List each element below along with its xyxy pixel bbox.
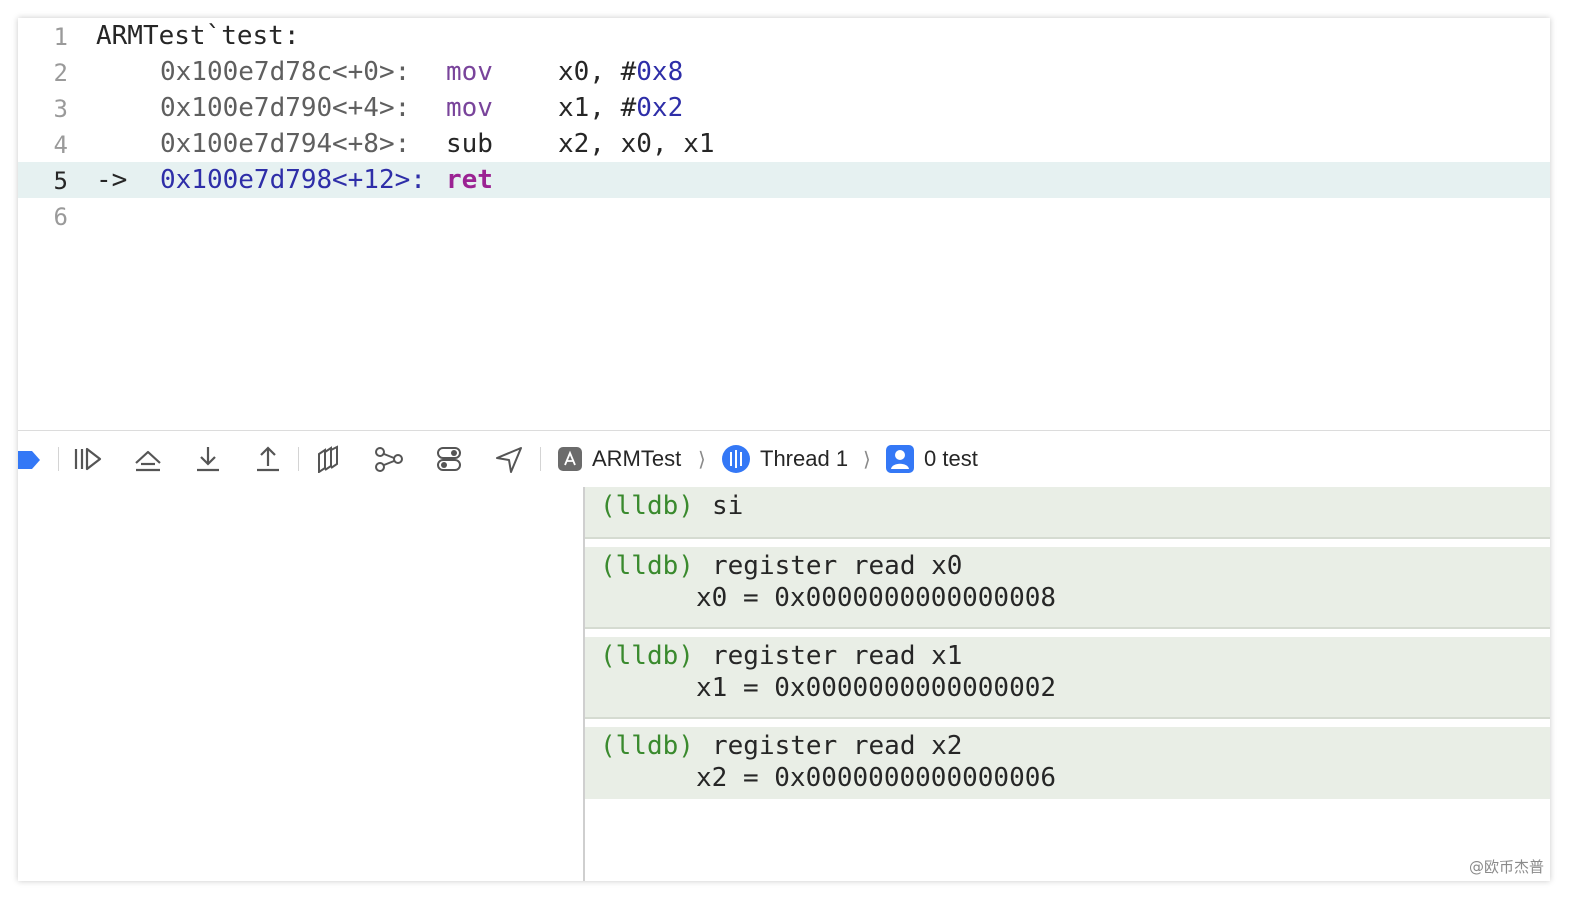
console-command: register read x2 [712, 731, 963, 761]
instruction-operands: x0, # [558, 57, 637, 87]
breadcrumb-thread-label: Thread 1 [760, 446, 849, 471]
line-number: 5 [53, 167, 68, 195]
console-entry: (lldb) si [585, 487, 1550, 539]
toggles-icon [437, 447, 461, 471]
view-debugger-button[interactable] [314, 445, 344, 474]
line-number: 1 [53, 23, 68, 51]
current-instruction-line: 5 -> 0x100e7d798<+12>: ret [18, 162, 1550, 198]
instruction-offset: <+4>: [332, 93, 411, 123]
memory-graph-icon [375, 447, 403, 472]
immediate-value: 0x8 [636, 57, 684, 87]
code-line: 6 [18, 198, 1550, 234]
instruction-offset: <+0>: [332, 57, 411, 87]
instruction-operands: x1, # [558, 93, 637, 123]
lldb-prompt: (lldb) [600, 641, 694, 671]
code-line: 4 0x100e7d794<+8>: sub x2, x0, x1 [18, 126, 1550, 162]
view-hierarchy-icon [318, 445, 338, 474]
breadcrumb-thread[interactable]: Thread 1 [722, 445, 848, 473]
debug-bar: ARMTest ⟩ Thread 1 ⟩ 0 test [18, 430, 1550, 488]
instruction-mnemonic: ret [446, 165, 493, 195]
line-number: 2 [53, 59, 68, 87]
line-number: 4 [53, 131, 68, 159]
breadcrumb-frame[interactable]: 0 test [886, 445, 978, 473]
code-line: 3 0x100e7d790<+4>: mov x1, #0x2 [18, 90, 1550, 126]
code-line: 2 0x100e7d78c<+0>: mov x0, #0x8 [18, 54, 1550, 90]
lldb-console[interactable]: (lldb) si (lldb) register read x0 x0 = 0… [585, 487, 1550, 881]
instruction-address: 0x100e7d798 [160, 165, 333, 195]
console-output: x1 = 0x0000000000000002 [696, 673, 1057, 703]
chevron-right-icon: ⟩ [863, 449, 871, 471]
disassembly-editor[interactable]: 1 ARMTest`test: 2 0x100e7d78c<+0>: mov x0,… [18, 18, 1550, 430]
breadcrumb-frame-label: 0 test [924, 446, 978, 471]
divider [540, 447, 541, 471]
console-command: register read x1 [712, 641, 963, 671]
lldb-prompt: (lldb) [600, 491, 694, 521]
instruction-address: 0x100e7d78c [160, 57, 333, 87]
console-entry: (lldb) register read x1 x1 = 0x000000000… [585, 637, 1550, 719]
instruction-offset: <+12>: [332, 165, 426, 195]
watermark: @欧币杰普 [1468, 858, 1544, 876]
environment-overrides-button[interactable] [434, 445, 464, 473]
breakpoints-toggle-icon[interactable] [18, 451, 40, 469]
step-into-icon [197, 447, 219, 472]
pc-arrow: -> [96, 165, 128, 195]
instruction-mnemonic: sub [446, 129, 493, 159]
divider [58, 447, 59, 471]
lldb-prompt: (lldb) [600, 551, 694, 581]
instruction-offset: <+8>: [332, 129, 411, 159]
immediate-value: 0x2 [636, 93, 684, 123]
instruction-mnemonic: mov [446, 57, 493, 87]
instruction-address: 0x100e7d790 [160, 93, 333, 123]
console-entry: (lldb) register read x0 x0 = 0x000000000… [585, 547, 1550, 629]
step-out-icon [257, 446, 279, 472]
app-icon [558, 447, 582, 471]
divider [298, 447, 299, 471]
console-command: si [712, 491, 744, 521]
code-line: 1 ARMTest`test: [18, 18, 1550, 54]
console-command: register read x0 [712, 551, 963, 581]
xcode-debug-window: 1 ARMTest`test: 2 0x100e7d78c<+0>: mov x0,… [18, 18, 1550, 881]
step-out-button[interactable] [253, 445, 283, 473]
console-output: x2 = 0x0000000000000006 [696, 763, 1057, 793]
memory-graph-button[interactable] [374, 445, 404, 473]
user-frame-icon [886, 445, 914, 473]
line-number: 3 [53, 95, 68, 123]
instruction-address: 0x100e7d794 [160, 129, 333, 159]
breadcrumb-app-label: ARMTest [592, 446, 682, 471]
console-output: x0 = 0x0000000000000008 [696, 583, 1057, 613]
continue-icon [74, 447, 102, 471]
step-over-button[interactable] [133, 445, 163, 473]
step-into-button[interactable] [193, 445, 223, 473]
location-arrow-icon [496, 447, 522, 473]
chevron-right-icon: ⟩ [698, 449, 706, 471]
variables-view[interactable] [18, 487, 583, 881]
continue-button[interactable] [72, 445, 102, 473]
instruction-mnemonic: mov [446, 93, 493, 123]
thread-icon [722, 445, 750, 473]
breadcrumb-app[interactable]: ARMTest [558, 445, 681, 473]
step-over-icon [135, 450, 161, 472]
simulate-location-button[interactable] [494, 445, 524, 473]
instruction-operands: x2, x0, x1 [558, 129, 715, 159]
console-entry: (lldb) register read x2 x2 = 0x000000000… [585, 727, 1550, 799]
lldb-prompt: (lldb) [600, 731, 694, 761]
function-label: ARMTest`test: [96, 21, 300, 51]
line-number: 6 [53, 203, 68, 231]
